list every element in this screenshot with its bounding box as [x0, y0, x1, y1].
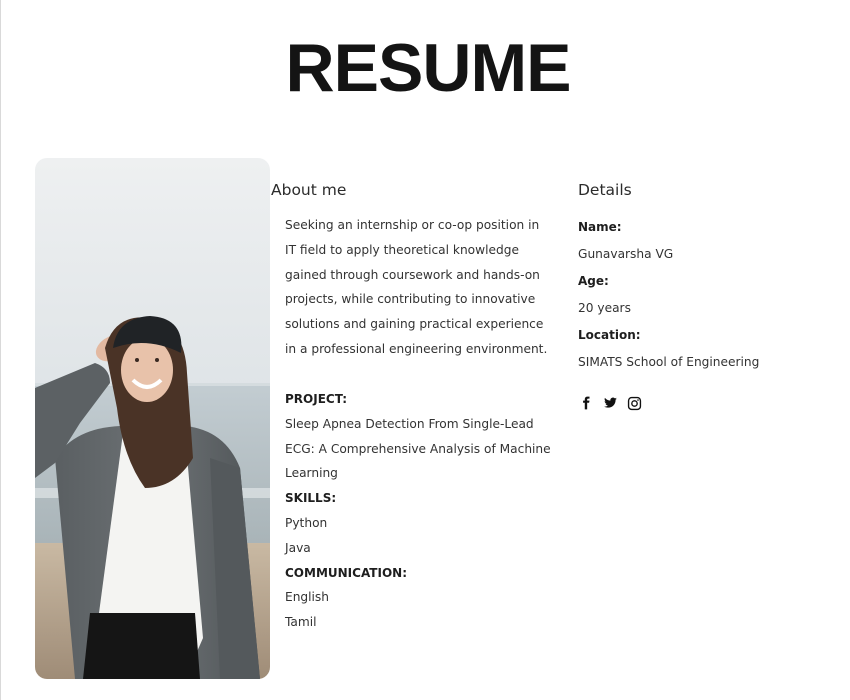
- page-title: RESUME: [285, 30, 572, 106]
- communication-label: COMMUNICATION:: [285, 565, 407, 580]
- social-links: [578, 395, 642, 411]
- project-line: Learning: [285, 466, 338, 481]
- about-paragraph: Seeking an internship or co-op position …: [285, 213, 547, 362]
- details-list: Name: Gunavarsha VG Age: 20 years Locati…: [578, 214, 838, 376]
- about-line: projects, while contributing to innovati…: [285, 292, 536, 307]
- about-line: solutions and gaining practical experien…: [285, 317, 544, 332]
- language-item: English: [285, 590, 330, 605]
- facebook-icon[interactable]: [578, 395, 594, 411]
- about-line: in a professional engineering environmen…: [285, 341, 548, 356]
- skill-item: Python: [285, 515, 328, 530]
- location-label: Location:: [578, 328, 641, 342]
- skill-item: Java: [285, 540, 311, 555]
- instagram-icon[interactable]: [626, 395, 642, 411]
- name-label: Name:: [578, 220, 622, 234]
- details-heading: Details: [578, 181, 632, 199]
- name-value: Gunavarsha VG: [578, 247, 674, 261]
- profile-photo: [35, 158, 270, 679]
- about-line: Seeking an internship or co-op position …: [285, 218, 540, 232]
- language-item: Tamil: [285, 615, 317, 630]
- location-value: SIMATS School of Engineering: [578, 355, 760, 369]
- skills-label: SKILLS:: [285, 491, 337, 506]
- project-skills-section: PROJECT: Sleep Apnea Detection From Sing…: [285, 387, 551, 635]
- about-heading: About me: [271, 181, 347, 199]
- about-line: gained through coursework and hands-on: [285, 267, 540, 282]
- twitter-icon[interactable]: [602, 395, 618, 411]
- about-line: IT field to apply theoretical knowledge: [285, 242, 519, 257]
- project-line: Sleep Apnea Detection From Single-Lead: [285, 416, 534, 431]
- age-label: Age:: [578, 274, 609, 288]
- project-line: ECG: A Comprehensive Analysis of Machine: [285, 441, 551, 456]
- project-label: PROJECT:: [285, 392, 348, 406]
- age-value: 20 years: [578, 301, 631, 315]
